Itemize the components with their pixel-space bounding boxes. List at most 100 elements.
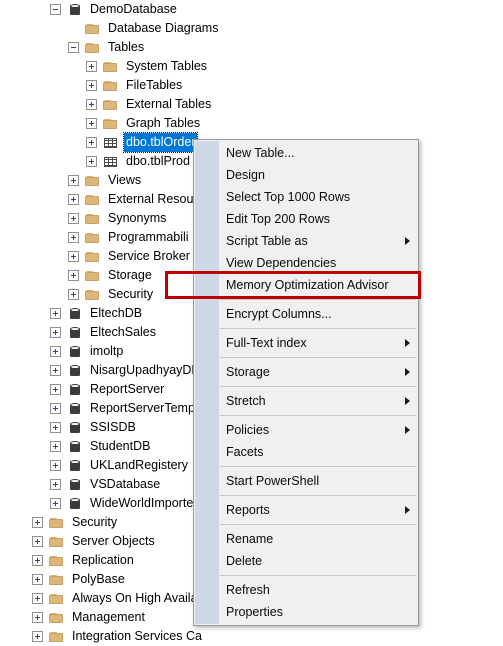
menu-item[interactable]: Facets (194, 441, 418, 463)
submenu-arrow-icon (405, 237, 410, 245)
tree-item-label: dbo.tblProd (126, 154, 190, 168)
menu-item[interactable]: Refresh (194, 579, 418, 601)
expand-icon[interactable] (86, 80, 97, 91)
tree-item-label: Database Diagrams (108, 21, 219, 35)
folder-icon (49, 611, 65, 625)
menu-item[interactable]: Memory Optimization Advisor (165, 271, 421, 299)
menu-item[interactable]: Properties (194, 601, 418, 623)
folder-icon (85, 212, 101, 226)
folder-icon (49, 630, 65, 644)
database-icon (67, 402, 83, 416)
menu-item[interactable]: Stretch (194, 390, 418, 412)
expand-icon[interactable] (86, 118, 97, 129)
expand-icon[interactable] (86, 61, 97, 72)
tree-item[interactable]: Database Diagrams (0, 19, 503, 38)
tree-item-label: UKLandRegistery (90, 458, 188, 472)
expand-icon[interactable] (68, 213, 79, 224)
menu-item[interactable]: View Dependencies (194, 252, 418, 274)
menu-separator (220, 495, 416, 496)
tree-item-label: External Tables (126, 97, 212, 111)
tree-item[interactable]: DemoDatabase (0, 0, 503, 19)
expand-icon[interactable] (32, 612, 43, 623)
tree-item-label: dbo.tblOrder (122, 132, 199, 153)
expand-icon[interactable] (86, 137, 97, 148)
menu-item-label: Stretch (226, 394, 266, 408)
tree-item-label: Server Objects (72, 534, 155, 548)
menu-separator (220, 299, 416, 300)
expand-icon[interactable] (50, 308, 61, 319)
folder-icon (85, 288, 101, 302)
table-context-menu[interactable]: New Table... Design Select Top 1000 Rows Ed… (165, 139, 421, 626)
expand-icon[interactable] (68, 194, 79, 205)
expand-icon[interactable] (50, 498, 61, 509)
database-icon (67, 307, 83, 321)
menu-item-label: Script Table as (226, 234, 308, 248)
expand-icon[interactable] (32, 555, 43, 566)
tree-item[interactable]: Graph Tables (0, 114, 503, 133)
tree-item[interactable]: Tables (0, 38, 503, 57)
folder-icon (49, 573, 65, 587)
menu-item[interactable]: Script Table as (194, 230, 418, 252)
tree-item-label: WideWorldImporte (90, 496, 194, 510)
menu-item[interactable]: Rename (194, 528, 418, 550)
expand-icon[interactable] (50, 346, 61, 357)
menu-item[interactable]: Reports (194, 499, 418, 521)
submenu-arrow-icon (405, 426, 410, 434)
menu-separator (220, 328, 416, 329)
menu-separator (220, 524, 416, 525)
tree-item-label: StudentDB (90, 439, 151, 453)
folder-icon (85, 231, 101, 245)
expand-icon[interactable] (50, 441, 61, 452)
expand-icon[interactable] (68, 175, 79, 186)
tree-item[interactable]: System Tables (0, 57, 503, 76)
tree-item-label: DemoDatabase (90, 2, 177, 16)
expand-icon[interactable] (68, 289, 79, 300)
expand-icon[interactable] (32, 517, 43, 528)
expand-icon[interactable] (32, 593, 43, 604)
menu-item[interactable]: New Table... (194, 142, 418, 164)
menu-item[interactable]: Encrypt Columns... (194, 303, 418, 325)
expand-icon[interactable] (32, 536, 43, 547)
folder-icon (85, 41, 101, 55)
expand-icon[interactable] (32, 574, 43, 585)
expand-icon[interactable] (32, 631, 43, 642)
tree-item-label: FileTables (126, 78, 183, 92)
expand-icon[interactable] (50, 460, 61, 471)
tree-item[interactable]: FileTables (0, 76, 503, 95)
menu-item[interactable]: Storage (194, 361, 418, 383)
menu-item[interactable]: Full-Text index (194, 332, 418, 354)
menu-item[interactable]: Delete (194, 550, 418, 572)
tree-item[interactable]: External Tables (0, 95, 503, 114)
tree-item-label: Storage (108, 268, 152, 282)
menu-item-label: Reports (226, 503, 270, 517)
database-icon (67, 326, 83, 340)
expand-icon[interactable] (86, 156, 97, 167)
expand-icon[interactable] (50, 365, 61, 376)
expand-icon[interactable] (50, 422, 61, 433)
folder-icon (85, 250, 101, 264)
tree-item-label: Always On High Availa (72, 591, 198, 605)
expand-icon[interactable] (86, 99, 97, 110)
expand-icon[interactable] (68, 251, 79, 262)
expand-icon[interactable] (50, 479, 61, 490)
menu-item-label: Facets (226, 445, 264, 459)
database-icon (67, 364, 83, 378)
menu-item-label: Design (226, 168, 265, 182)
expand-icon[interactable] (50, 384, 61, 395)
expand-icon[interactable] (50, 327, 61, 338)
folder-icon (103, 98, 119, 112)
collapse-icon[interactable] (68, 42, 79, 53)
database-icon (67, 459, 83, 473)
menu-item[interactable]: Start PowerShell (194, 470, 418, 492)
menu-item[interactable]: Design (194, 164, 418, 186)
menu-item[interactable]: Select Top 1000 Rows (194, 186, 418, 208)
collapse-icon[interactable] (50, 4, 61, 15)
tree-item-label: VSDatabase (90, 477, 161, 491)
expand-icon[interactable] (50, 403, 61, 414)
expand-icon[interactable] (68, 232, 79, 243)
menu-item[interactable]: Policies (194, 419, 418, 441)
expand-icon[interactable] (68, 270, 79, 281)
tree-item[interactable]: Integration Services Ca (0, 627, 503, 646)
menu-item[interactable]: Edit Top 200 Rows (194, 208, 418, 230)
database-icon (67, 440, 83, 454)
